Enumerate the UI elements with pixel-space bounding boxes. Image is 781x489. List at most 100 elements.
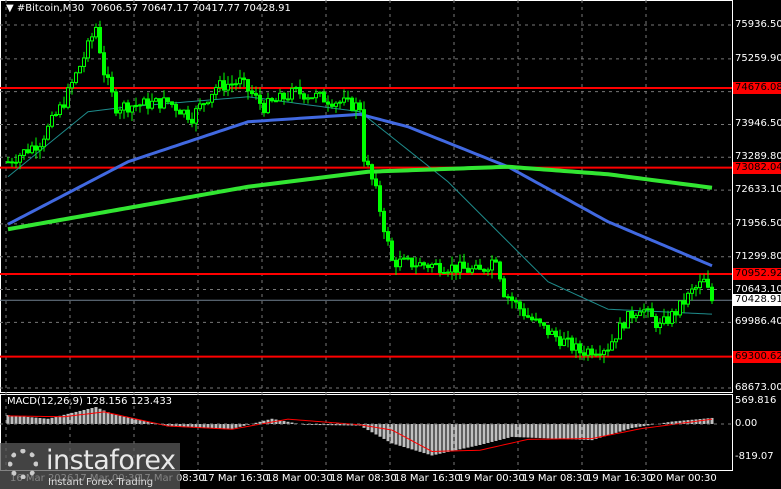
candle-body: [538, 318, 542, 324]
time-tick: 18 Mar 08:30: [330, 473, 397, 484]
candle-body: [242, 77, 246, 81]
candle-body: [530, 316, 534, 321]
candle-body: [470, 268, 474, 273]
candle-body: [546, 324, 550, 335]
candle-body: [626, 310, 630, 329]
candle-body: [402, 257, 406, 260]
candle-body: [190, 118, 194, 124]
candle-body: [510, 296, 514, 302]
candle-body: [678, 300, 682, 316]
candle-body: [126, 102, 130, 113]
current-price-label: 70428.91: [733, 294, 781, 307]
candle-body: [542, 322, 546, 326]
macd-tick: 0.00: [735, 418, 758, 429]
candle-body: [238, 77, 242, 85]
candle-body: [62, 104, 66, 108]
candle-body: [138, 104, 142, 107]
candle-body: [618, 322, 622, 340]
macd-bar: [34, 417, 38, 424]
macd-bar: [498, 424, 502, 440]
macd-bar: [494, 424, 498, 441]
open-price: 70606.57: [90, 3, 139, 14]
candle-body: [550, 330, 554, 335]
macd-name: MACD(12,26,9): [7, 396, 83, 407]
macd-bar: [698, 419, 702, 424]
macd-bar: [98, 408, 102, 424]
time-tick: 20 Mar 00:30: [650, 473, 717, 484]
candle-body: [210, 93, 214, 103]
candle-body: [54, 114, 58, 117]
chart-canvas[interactable]: [0, 0, 781, 489]
macd-bar: [130, 418, 134, 424]
candle-body: [418, 262, 422, 267]
macd-bar: [118, 415, 122, 424]
time-tick: 18 Mar 16:30: [394, 473, 461, 484]
macd-bar: [610, 424, 614, 435]
candle-body: [638, 311, 642, 316]
candle-body: [410, 257, 414, 268]
macd-bar: [54, 416, 58, 424]
macd-bar: [562, 424, 566, 440]
candle-body: [122, 102, 126, 111]
macd-bar: [450, 424, 454, 452]
macd-bar: [106, 412, 110, 424]
close-price: 70428.91: [243, 3, 291, 14]
macd-bar: [394, 424, 398, 445]
candle-body: [398, 258, 402, 268]
candle-body: [570, 337, 574, 351]
macd-main: 128.156: [86, 396, 128, 407]
candle-body: [58, 104, 62, 116]
candle-body: [18, 154, 22, 163]
candle-body: [414, 265, 418, 268]
time-tick: 19 Mar 08:30: [522, 473, 589, 484]
macd-bar: [390, 424, 394, 444]
macd-bar: [574, 424, 578, 440]
macd-bar: [10, 415, 14, 424]
candle-body: [114, 91, 118, 114]
symbol: #Bitcoin,M30: [16, 3, 85, 14]
macd-bar: [446, 424, 450, 452]
candle-body: [598, 353, 602, 356]
candle-body: [370, 164, 374, 180]
candle-body: [274, 100, 278, 103]
candle-body: [482, 268, 486, 272]
candle-body: [574, 343, 578, 351]
candle-body: [478, 264, 482, 270]
macd-bar: [66, 413, 70, 424]
candle-body: [526, 315, 530, 318]
candle-body: [262, 102, 266, 114]
macd-bar: [222, 424, 226, 429]
macd-bar: [214, 424, 218, 429]
candle-body: [586, 348, 590, 356]
candle-body: [98, 26, 102, 54]
macd-bar: [518, 424, 522, 438]
candle-body: [694, 287, 698, 290]
candle-body: [334, 102, 338, 107]
macd-bar: [702, 418, 706, 424]
candle-body: [74, 72, 78, 83]
instaforex-logo-icon: [8, 449, 38, 479]
candle-body: [106, 74, 110, 78]
macd-bar: [466, 424, 470, 448]
candle-body: [394, 259, 398, 268]
macd-bar: [490, 424, 494, 442]
chart-window[interactable]: ▼ #Bitcoin,M30 70606.57 70647.17 70417.7…: [0, 0, 781, 489]
candle-body: [446, 271, 450, 274]
candle-body: [202, 103, 206, 106]
candle-body: [10, 161, 14, 164]
macd-bar: [618, 424, 622, 432]
macd-bar: [454, 424, 458, 451]
candle-body: [366, 160, 370, 166]
candle-body: [690, 288, 694, 294]
macd-bar: [114, 414, 118, 424]
macd-bar: [622, 424, 626, 431]
candle-body: [134, 104, 138, 107]
macd-bar: [202, 424, 206, 428]
candle-body: [706, 278, 710, 288]
macd-bar: [510, 424, 514, 437]
candle-body: [186, 109, 190, 120]
candle-body: [606, 349, 610, 352]
level-label: 69300.62: [733, 350, 781, 363]
candle-body: [610, 341, 614, 351]
price-tick: 73946.50: [735, 118, 781, 130]
